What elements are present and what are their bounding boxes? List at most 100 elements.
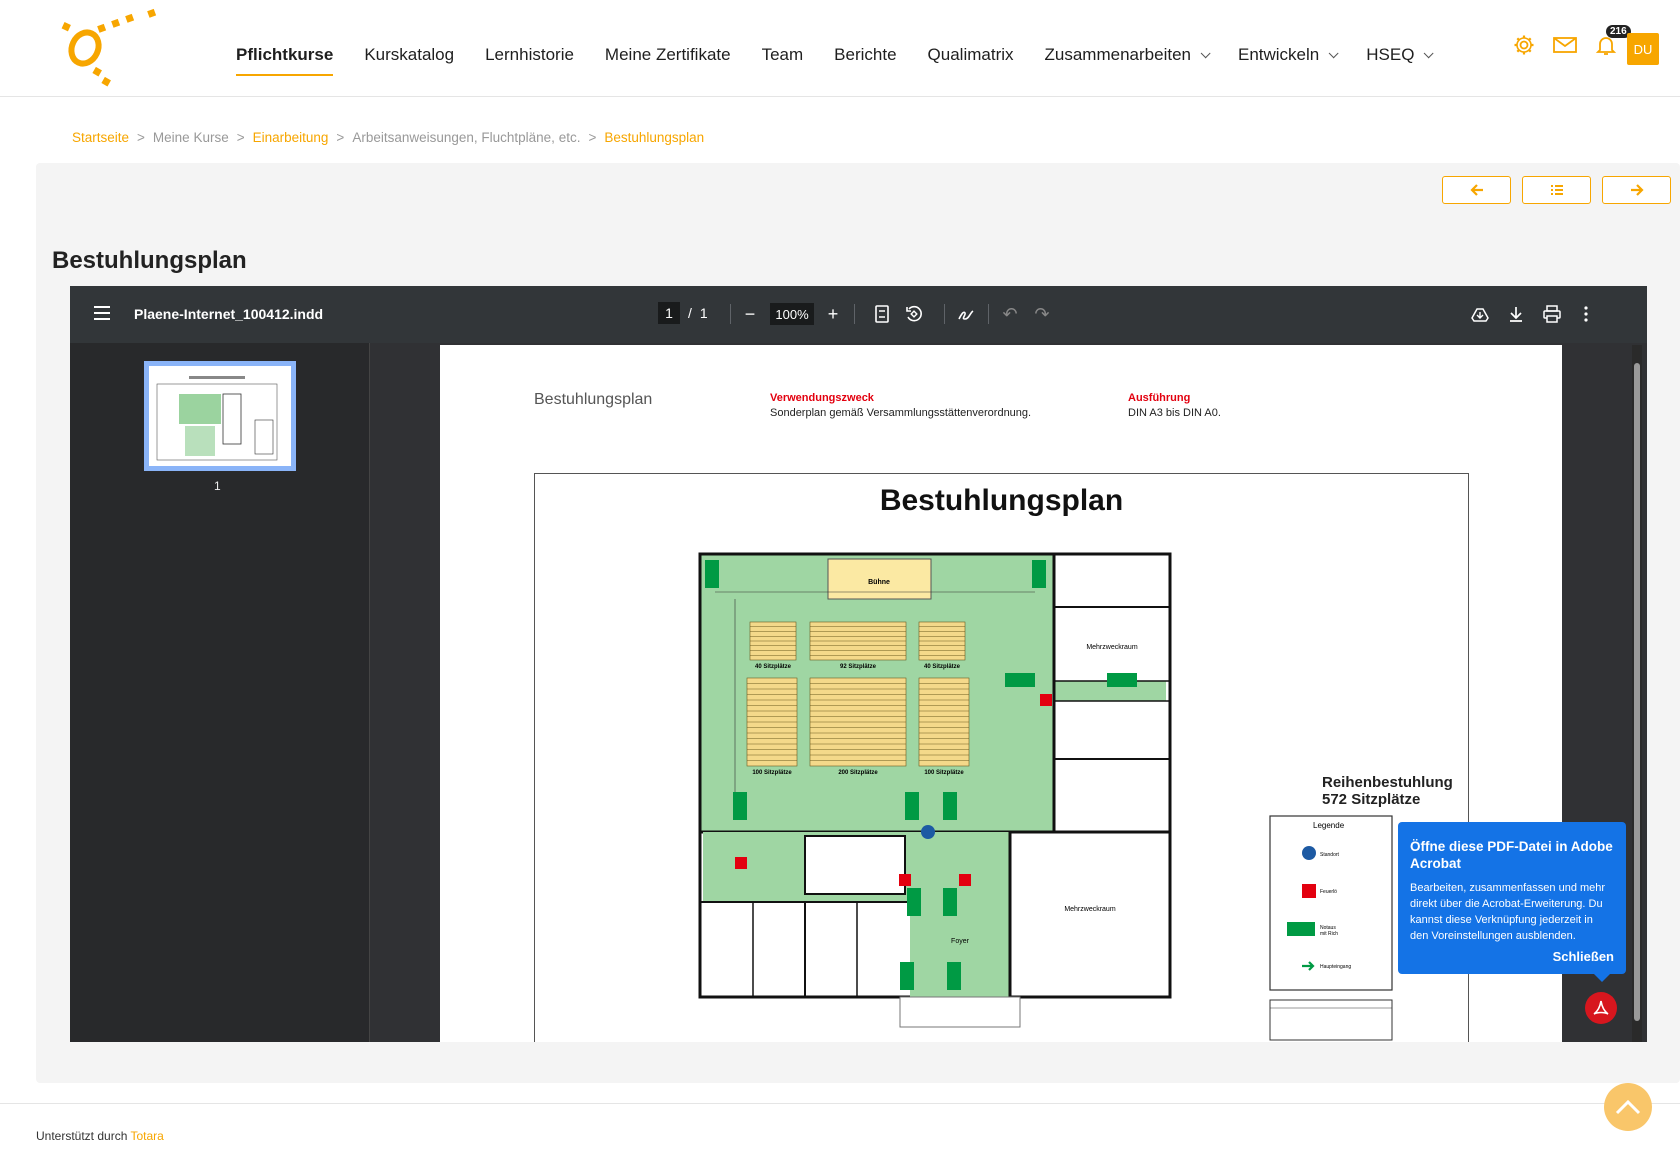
- seat-block-label: 200 Sitzplätze: [838, 770, 878, 776]
- row-seating-block: Reihenbestuhlung 572 Sitzplätze: [1322, 774, 1453, 808]
- breadcrumb-separator: >: [336, 130, 345, 145]
- thumbnail-page-number: 1: [214, 479, 221, 493]
- seat-block-label: 40 Sitzplätze: [755, 664, 792, 670]
- room-label-2: Mehrzweckraum: [1064, 906, 1116, 913]
- undo-icon[interactable]: ↶: [998, 302, 1022, 326]
- doc-purpose-text: Sonderplan gemäß Versammlungsstättenvero…: [770, 407, 1032, 419]
- pdf-scrollbar[interactable]: [1632, 345, 1642, 1042]
- nav-label: Kurskatalog: [364, 45, 455, 64]
- footer-divider: [0, 1103, 1680, 1104]
- nav-label: Berichte: [834, 45, 897, 64]
- site-header: Pflichtkurse Kurskatalog Lernhistorie Me…: [0, 0, 1680, 97]
- nav-qualimatrix[interactable]: Qualimatrix: [928, 40, 1014, 70]
- activity-list-button[interactable]: [1522, 176, 1591, 204]
- legend-title: Legende: [1313, 821, 1345, 830]
- chevron-up-icon: [1615, 1099, 1641, 1115]
- drive-save-icon[interactable]: [1468, 302, 1492, 326]
- nav-berichte[interactable]: Berichte: [834, 40, 896, 70]
- doc-exec-text: DIN A3 bis DIN A0.: [1128, 407, 1221, 419]
- scrollbar-thumb[interactable]: [1634, 363, 1640, 1021]
- gear-icon[interactable]: [1512, 33, 1538, 59]
- seat-block-label: 100 Sitzplätze: [752, 770, 792, 776]
- nav-label: HSEQ: [1366, 45, 1415, 64]
- breadcrumb-arbeitsanweisungen: Arbeitsanweisungen, Fluchtpläne, etc.: [352, 130, 581, 145]
- nav-kurskatalog[interactable]: Kurskatalog: [364, 40, 454, 70]
- arrow-right-icon: [1630, 184, 1644, 196]
- footer-text: Unterstützt durch: [36, 1129, 128, 1143]
- annotate-icon[interactable]: [954, 302, 978, 326]
- legend-item: Feuerlö: [1320, 889, 1337, 895]
- zoom-in-icon[interactable]: +: [821, 302, 845, 326]
- nav-label: Zusammenarbeiten: [1044, 45, 1191, 64]
- footer: Unterstützt durch Totara: [36, 1129, 164, 1143]
- acrobat-close-button[interactable]: Schließen: [1553, 949, 1614, 964]
- room-label-foyer: Foyer: [951, 938, 970, 945]
- nav-label: Qualimatrix: [927, 45, 1014, 64]
- acrobat-popup-title: Öffne diese PDF-Datei in Adobe Acrobat: [1410, 839, 1613, 871]
- row-seating-title: Reihenbestuhlung: [1322, 774, 1453, 791]
- pdf-toolbar: Plaene-Internet_100412.indd 1 / 1 − 100%…: [70, 286, 1647, 343]
- footer-link[interactable]: Totara: [131, 1129, 164, 1143]
- breadcrumb-separator: >: [236, 130, 245, 145]
- seat-blocks: 40 Sitzplätze 92 Sitzplätze 40 Sitzplätze 1…: [746, 621, 970, 776]
- nav-label: Entwickeln: [1237, 45, 1320, 64]
- more-options-icon[interactable]: [1574, 302, 1598, 326]
- page-separator: /: [688, 305, 692, 321]
- chevron-down-icon: [1424, 47, 1435, 58]
- page-number-input[interactable]: 1: [658, 302, 680, 324]
- download-icon[interactable]: [1504, 302, 1528, 326]
- redo-icon[interactable]: ↷: [1030, 302, 1054, 326]
- seat-block-label: 100 Sitzplätze: [924, 770, 964, 776]
- acrobat-popup-text: Bearbeiten, zusammenfassen und mehr dire…: [1410, 882, 1606, 942]
- nav-lernhistorie[interactable]: Lernhistorie: [485, 40, 574, 70]
- nav-label: Lernhistorie: [485, 45, 574, 64]
- seat-block-label: 40 Sitzplätze: [924, 664, 961, 670]
- seat-block-label: 92 Sitzplätze: [840, 664, 877, 670]
- nav-zusammenarbeiten[interactable]: Zusammenarbeiten: [1044, 40, 1211, 70]
- pdf-page: Bestuhlungsplan Verwendungszweck Sonderp…: [440, 345, 1562, 1042]
- legend-item: Standort: [1320, 852, 1340, 858]
- acrobat-icon[interactable]: [1585, 992, 1617, 1024]
- breadcrumb-einarbeitung[interactable]: Einarbeitung: [253, 130, 329, 145]
- page-title: Bestuhlungsplan: [52, 247, 247, 274]
- breadcrumb-startseite[interactable]: Startseite: [72, 130, 129, 145]
- nav-entwickeln[interactable]: Entwickeln: [1237, 40, 1339, 70]
- page-thumbnail[interactable]: [144, 361, 296, 471]
- nav-hseq[interactable]: HSEQ: [1366, 40, 1435, 70]
- rotate-icon[interactable]: [902, 302, 926, 326]
- breadcrumb-bestuhlungsplan[interactable]: Bestuhlungsplan: [604, 130, 704, 145]
- next-activity-button[interactable]: [1602, 176, 1671, 204]
- room-label-1: Mehrzweckraum: [1086, 644, 1138, 651]
- nav-team[interactable]: Team: [762, 40, 804, 70]
- nav-label: Meine Zertifikate: [604, 45, 731, 64]
- doc-purpose-label: Verwendungszweck: [770, 392, 874, 404]
- thumbnail-sidebar: 1: [70, 343, 370, 1042]
- main-nav: Pflichtkurse Kurskatalog Lernhistorie Me…: [236, 40, 1461, 76]
- page-indicator: 1 / 1: [658, 302, 708, 324]
- floor-plan-drawing: 40 Sitzplätze 92 Sitzplätze 40 Sitzplätze 1…: [698, 552, 1393, 1041]
- nav-meine-zertifikate[interactable]: Meine Zertifikate: [605, 40, 731, 70]
- avatar[interactable]: DU: [1627, 33, 1659, 65]
- sidebar-toggle-icon[interactable]: [94, 306, 110, 320]
- mail-icon[interactable]: [1552, 33, 1578, 59]
- chevron-down-icon: [1328, 47, 1339, 58]
- location-marker: [921, 825, 935, 839]
- print-icon[interactable]: [1540, 302, 1564, 326]
- zoom-input[interactable]: 100%: [770, 303, 814, 325]
- scroll-to-top-button[interactable]: [1604, 1083, 1652, 1131]
- stage-label: Bühne: [868, 579, 890, 586]
- nav-pflichtkurse[interactable]: Pflichtkurse: [236, 40, 334, 76]
- floor-plan-frame: Bestuhlungsplan 40 Sitzplätze 92 Sitzplä…: [534, 473, 1469, 1042]
- legend-item: mit Rich: [1320, 931, 1338, 937]
- brand-logo[interactable]: [60, 8, 170, 90]
- previous-activity-button[interactable]: [1442, 176, 1511, 204]
- legend-item: Haupteingang: [1320, 964, 1351, 970]
- doc-small-title: Bestuhlungsplan: [534, 391, 653, 408]
- breadcrumb-separator: >: [588, 130, 597, 145]
- breadcrumb: Startseite > Meine Kurse > Einarbeitung …: [72, 130, 704, 145]
- bell-icon[interactable]: 216: [1594, 25, 1631, 59]
- fit-page-icon[interactable]: [870, 302, 894, 326]
- arrow-left-icon: [1469, 184, 1483, 196]
- zoom-out-icon[interactable]: −: [738, 302, 762, 326]
- pdf-filename: Plaene-Internet_100412.indd: [134, 306, 324, 322]
